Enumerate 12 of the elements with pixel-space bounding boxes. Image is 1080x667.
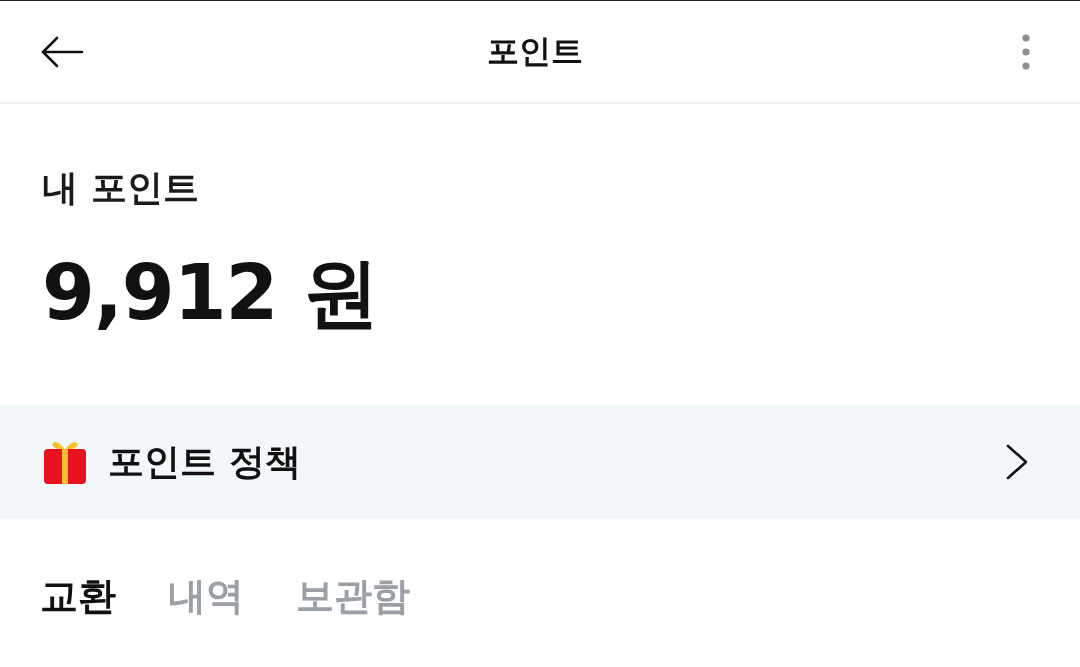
tab[interactable]: 교환 <box>40 573 116 619</box>
more-button[interactable] <box>1022 33 1030 70</box>
back-arrow-icon <box>40 35 84 68</box>
page-title: 포인트 <box>487 30 583 72</box>
policy-banner[interactable]: 포인트 정책 <box>0 405 1080 519</box>
chevron-right-icon <box>1006 444 1028 480</box>
policy-label: 포인트 정책 <box>108 439 302 484</box>
balance-label: 내 포인트 <box>42 166 199 210</box>
balance-amount: 9,912 원 <box>42 248 378 338</box>
back-button[interactable] <box>40 35 84 68</box>
gift-icon <box>44 440 86 484</box>
more-icon <box>1022 33 1030 70</box>
